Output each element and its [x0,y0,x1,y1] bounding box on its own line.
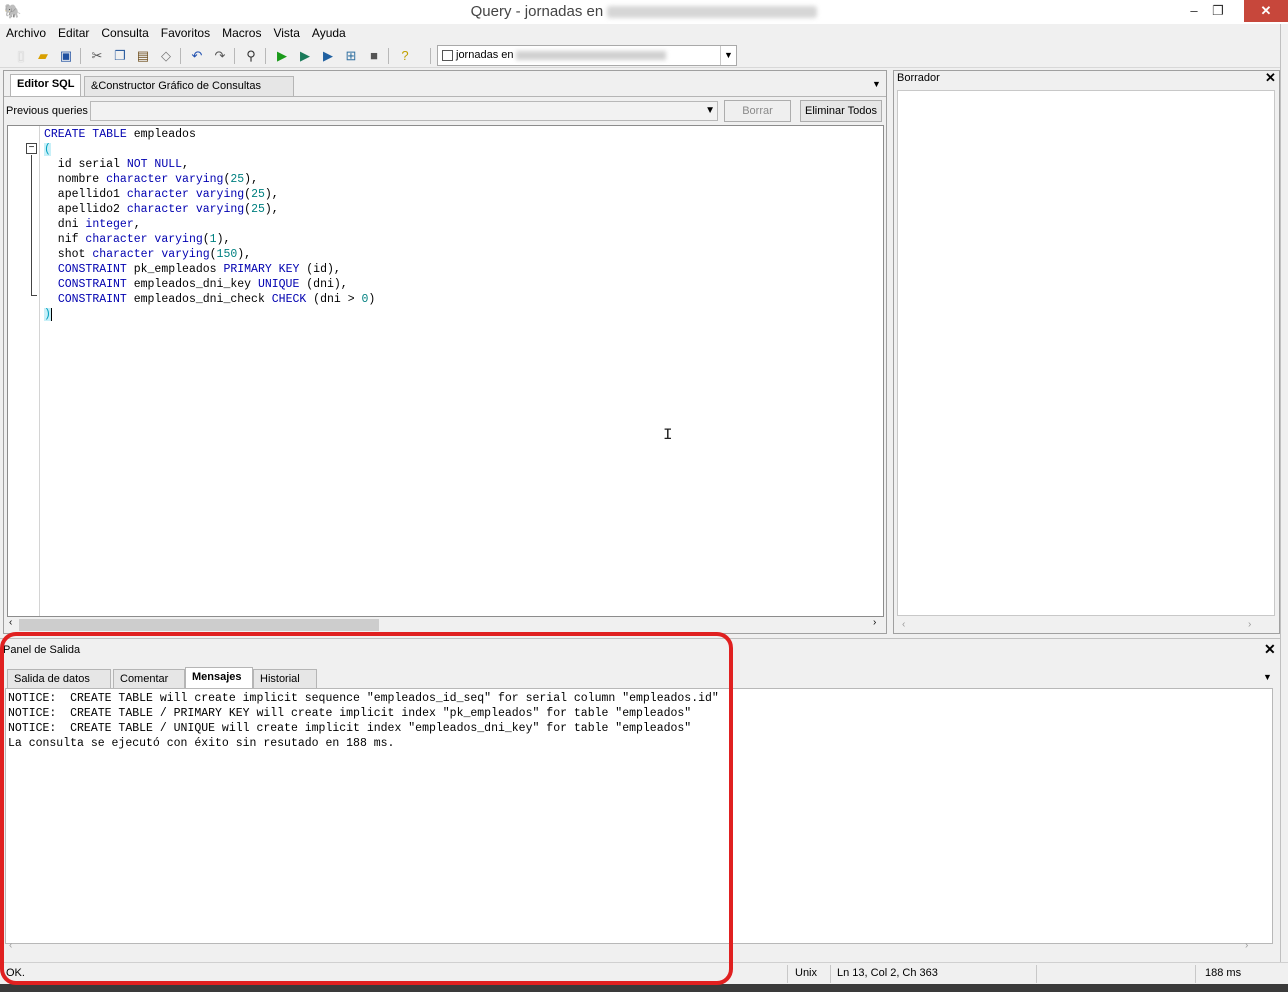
editor-tabstrip: Editor SQL &Constructor Gráfico de Consu… [4,71,886,97]
borrar-button[interactable]: Borrar [724,100,791,122]
eliminar-todos-button[interactable]: Eliminar Todos [800,100,882,122]
menu-vista[interactable]: Vista [267,24,305,40]
status-separator [1036,965,1037,983]
fold-line [31,155,32,295]
status-separator [1195,965,1196,983]
previous-queries-select[interactable]: ▼ [90,101,718,121]
code-line: dni integer, [44,218,141,231]
editor-gutter: − [8,126,40,616]
toolbar-separator [265,48,266,64]
code-line: shot character varying(150), [44,248,252,261]
tab-menu-icon[interactable]: ▼ [1263,672,1272,682]
paste-icon[interactable]: ▤ [134,47,152,65]
tab-editor-sql[interactable]: Editor SQL [10,74,82,97]
undo-icon[interactable]: ↶ [188,47,206,65]
save-icon[interactable]: ▣ [57,47,75,65]
close-icon[interactable]: ✕ [1264,641,1276,658]
highlight-annotation [0,632,733,985]
sql-code-editor[interactable]: − CREATE TABLE empleados ( id serial NOT… [7,125,884,617]
status-position: Ln 13, Col 2, Ch 363 [837,967,938,979]
execute-icon[interactable]: ▶ [273,47,291,65]
window-title-text: Query - jornadas en [470,3,604,20]
explain-icon[interactable]: ▶ [296,47,314,65]
connection-checkbox[interactable] [442,50,453,61]
fold-end [31,295,37,296]
redacted-connection [516,51,666,60]
toolbar-separator [388,48,389,64]
code-line: CONSTRAINT pk_empleados PRIMARY KEY (id)… [57,263,341,276]
chevron-down-icon[interactable]: ▼ [720,46,736,65]
menu-ayuda[interactable]: Ayuda [306,24,352,40]
scroll-right-icon[interactable]: › [1248,619,1251,630]
taskbar [0,984,1288,992]
toolbar-separator [234,48,235,64]
chevron-down-icon[interactable]: ▼ [705,102,715,120]
code-line: nombre character varying(25), [44,173,258,186]
explain-analyze-icon[interactable]: ⊞ [342,47,360,65]
scroll-right-icon[interactable]: › [1245,940,1248,951]
code-line: nif character varying(1), [44,233,231,246]
scrollbar-thumb[interactable] [19,619,379,631]
text-cursor-icon: I [663,426,673,444]
toolbar-separator [180,48,181,64]
previous-queries-label: Previous queries [6,105,88,117]
status-time: 188 ms [1205,967,1242,979]
menu-archivo[interactable]: Archivo [0,24,52,40]
open-folder-icon[interactable]: ▰ [34,47,52,65]
window-title: Query - jornadas en [0,3,1288,20]
scroll-left-icon[interactable]: ‹ [9,617,12,628]
help-icon[interactable]: ? [396,47,414,65]
menu-macros[interactable]: Macros [216,24,267,40]
code-line: apellido2 character varying(25), [44,203,279,216]
status-separator [787,965,788,983]
toolbar-separator [430,48,431,64]
borrador-panel: Borrador ✕ ‹ › [893,70,1280,634]
editor-horizontal-scrollbar[interactable]: ‹ › [7,617,884,633]
close-icon[interactable]: ✕ [1265,70,1276,86]
restore-button[interactable]: ❐ [1204,0,1232,22]
execute-to-file-icon[interactable]: ▶ [319,47,337,65]
tab-menu-icon[interactable]: ▼ [872,79,881,89]
code-line: CONSTRAINT empleados_dni_key UNIQUE (dni… [57,278,348,291]
right-dock-strip [1280,24,1288,962]
toolbar: ▯ ▰ ▣ ✂ ❐ ▤ ◇ ↶ ↷ ⚲ ▶ ▶ ▶ ⊞ ■ ? jornadas… [0,44,1288,68]
copy-icon[interactable]: ❐ [111,47,129,65]
status-encoding: Unix [795,967,818,979]
close-window-button[interactable]: ✕ [1244,0,1288,22]
menu-bar: Archivo Editar Consulta Favoritos Macros Vist… [0,24,1288,44]
borrador-title: Borrador [897,72,940,84]
code-line: ) [44,308,52,321]
toolbar-separator [80,48,81,64]
tab-query-builder[interactable]: &Constructor Gráfico de Consultas [84,76,294,96]
borrador-textarea[interactable] [897,90,1275,616]
cut-icon[interactable]: ✂ [88,47,106,65]
title-bar: 🐘 Query - jornadas en – ❐ ✕ [0,0,1288,24]
code-line: apellido1 character varying(25), [44,188,279,201]
redo-icon[interactable]: ↷ [211,47,229,65]
eraser-icon[interactable]: ◇ [157,47,175,65]
menu-editar[interactable]: Editar [52,24,95,40]
fold-collapse-icon[interactable]: − [26,143,37,154]
code-line: CREATE TABLE empleados [44,128,196,141]
code-line: id serial NOT NULL, [44,158,189,171]
code-line: ( [44,143,51,156]
tab-divider [4,96,886,97]
new-file-icon[interactable]: ▯ [12,47,30,65]
connection-label: jornadas en [456,49,514,61]
scroll-left-icon[interactable]: ‹ [902,619,905,630]
cancel-query-icon[interactable]: ■ [365,47,383,65]
redacted-host [607,6,818,19]
code-line: CONSTRAINT empleados_dni_check CHECK (dn… [57,293,376,306]
scroll-right-icon[interactable]: › [873,617,876,628]
menu-consulta[interactable]: Consulta [95,24,154,40]
sql-editor-panel: Editor SQL &Constructor Gráfico de Consu… [3,70,887,634]
connection-select[interactable]: jornadas en ▼ [437,45,737,66]
menu-favoritos[interactable]: Favoritos [155,24,216,40]
find-icon[interactable]: ⚲ [242,47,260,65]
status-separator [830,965,831,983]
